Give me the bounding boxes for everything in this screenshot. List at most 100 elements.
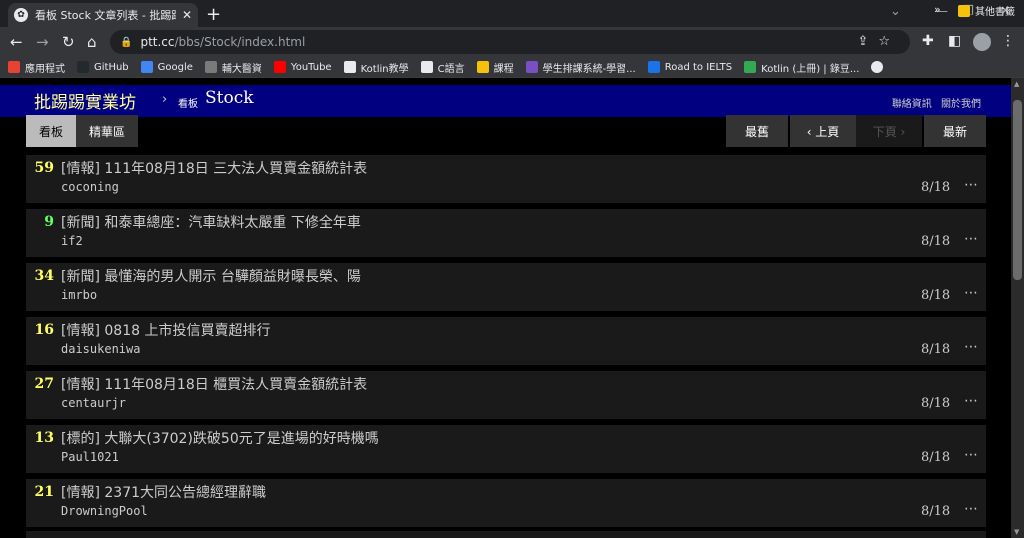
scroll-thumb[interactable] (1013, 100, 1022, 280)
post-author: if2 (61, 234, 83, 248)
more-options-icon[interactable]: ⋯ (964, 501, 979, 517)
next-page-button: 下頁 › (856, 115, 922, 147)
bookmark-item-extra[interactable] (871, 61, 888, 73)
bookmark-favicon-icon (476, 61, 489, 73)
profile-avatar[interactable] (973, 33, 991, 51)
side-panel-icon[interactable]: ◧ (948, 33, 961, 49)
more-options-icon[interactable]: ⋯ (964, 339, 979, 355)
post-title-link[interactable]: [新聞] 和泰車總座：汽車缺料太嚴重 下修全年車 (61, 212, 361, 232)
other-bookmarks[interactable]: 其他書籤 (958, 3, 1015, 18)
table-row[interactable]: 9 [新聞] 和泰車總座：汽車缺料太嚴重 下修全年車 if2 8/18 ⋯ (26, 209, 986, 257)
digest-tab[interactable]: 精華區 (76, 115, 138, 147)
post-title-link[interactable]: [情報] 111年08月18日 櫃買法人買賣金額統計表 (61, 374, 367, 394)
tab-close-icon[interactable]: ✕ (182, 8, 192, 22)
post-title-link[interactable]: [情報] 111年08月18日 三大法人買賣金額統計表 (61, 158, 367, 178)
post-title-link[interactable]: [標的] 大聯大(3702)跌破50元了是進場的好時機嗎 (61, 428, 379, 448)
newest-page-button[interactable]: 最新 (924, 115, 986, 147)
bookmark-item[interactable]: 課程 (476, 60, 514, 75)
new-tab-button[interactable]: + (206, 4, 221, 25)
oldest-page-button[interactable]: 最舊 (726, 115, 788, 147)
recommend-count: 34 (34, 268, 54, 284)
lock-icon[interactable]: 🔒 (120, 37, 132, 48)
bookmark-item[interactable]: Google (140, 61, 193, 73)
tab-search-icon[interactable]: ⌄ (890, 4, 901, 19)
site-logo[interactable]: 批踢踢實業坊 (34, 88, 136, 113)
post-title-link[interactable]: [情報] 2371大同公告總經理辭職 (61, 482, 266, 502)
bookmark-label: C語言 (437, 63, 465, 75)
bookmark-favicon-icon (343, 61, 356, 73)
page-scrollbar[interactable]: ▲ ▼ (1011, 78, 1024, 538)
more-options-icon[interactable]: ⋯ (964, 285, 979, 301)
recommend-count: 16 (34, 322, 54, 338)
scroll-down-icon[interactable]: ▼ (1014, 528, 1019, 536)
board-tab[interactable]: 看板 (26, 115, 76, 147)
table-row[interactable]: 34 [新聞] 最懂海的男人開示 台驊顏益財曝長榮、陽 imrbo 8/18 ⋯ (26, 263, 986, 311)
bookmark-favicon-icon (871, 61, 884, 73)
bookmark-favicon-icon (744, 61, 757, 73)
address-bar[interactable]: 🔒 ptt.cc /bbs/Stock/index.html ⇪☆ (110, 30, 910, 54)
about-link[interactable]: 關於我們 (941, 99, 981, 110)
post-title-link[interactable]: [情報] 0818 上市投信買賣超排行 (61, 320, 270, 340)
bookmark-favicon-icon (204, 61, 217, 73)
bookmark-item[interactable]: 學生排課系統-學習... (525, 60, 636, 75)
url-host: ptt.cc (140, 35, 175, 49)
bookmark-item[interactable]: 應用程式 (8, 60, 65, 75)
page-content: 批踢踢實業坊 › 看板 Stock 聯絡資訊 關於我們 看板 精華區 最舊 ‹ … (0, 78, 1011, 538)
bookmark-label: 輔大醫資 (221, 63, 262, 75)
table-row[interactable]: 13 [標的] 大聯大(3702)跌破50元了是進場的好時機嗎 Paul1021 8/… (26, 425, 986, 473)
partial-row (26, 531, 986, 538)
bookmark-item[interactable]: YouTube (273, 61, 332, 73)
bookmark-label: 學生排課系統-學習... (542, 63, 636, 75)
bookmark-item[interactable]: C語言 (420, 60, 465, 75)
bookmark-label: Kotlin教學 (360, 63, 409, 75)
bookmark-item[interactable]: 輔大醫資 (204, 60, 262, 75)
share-star-icon[interactable]: ⇪☆ (857, 34, 900, 49)
table-row[interactable]: 16 [情報] 0818 上市投信買賣超排行 daisukeniwa 8/18 ⋯ (26, 317, 986, 365)
table-row[interactable]: 21 [情報] 2371大同公告總經理辭職 DrowningPool 8/18 ⋯ (26, 479, 986, 527)
reload-icon[interactable]: ↻ (62, 33, 75, 51)
bookmark-item[interactable]: Kotlin (上冊) | 錄豆... (744, 60, 859, 75)
more-options-icon[interactable]: ⋯ (964, 447, 979, 463)
tab-title: 看板 Stock 文章列表 - 批踢踢實業 (35, 9, 176, 22)
browser-toolbar: ← → ↻ ⌂ 🔒 ptt.cc /bbs/Stock/index.html ⇪… (0, 27, 1024, 57)
extensions-icon[interactable]: ✚ (922, 33, 934, 49)
more-options-icon[interactable]: ⋯ (964, 231, 979, 247)
ptt-favicon-icon: ✿ (14, 8, 28, 22)
more-options-icon[interactable]: ⋯ (964, 177, 979, 193)
menu-kebab-icon[interactable]: ⋮ (1001, 33, 1015, 49)
contact-link[interactable]: 聯絡資訊 (892, 99, 932, 110)
breadcrumb-separator: › (162, 92, 168, 107)
top-links: 聯絡資訊 關於我們 (886, 95, 981, 110)
bookmark-label: GitHub (94, 61, 129, 73)
recommend-count: 13 (34, 430, 54, 446)
bookmark-item[interactable]: GitHub (77, 61, 129, 73)
url-path: /bbs/Stock/index.html (174, 35, 306, 49)
post-author: DrowningPool (61, 504, 148, 518)
post-author: Paul1021 (61, 450, 119, 464)
scroll-up-icon[interactable]: ▲ (1014, 80, 1019, 88)
post-date: 8/18 (921, 288, 951, 303)
home-icon[interactable]: ⌂ (87, 33, 97, 51)
bookmark-favicon-icon (647, 61, 660, 73)
more-options-icon[interactable]: ⋯ (964, 393, 979, 409)
prev-page-button[interactable]: ‹ 上頁 (790, 115, 856, 147)
post-author: imrbo (61, 288, 98, 302)
table-row[interactable]: 27 [情報] 111年08月18日 櫃買法人買賣金額統計表 centaurjr 8/… (26, 371, 986, 419)
bookmarks-overflow-icon[interactable]: » (934, 3, 941, 16)
recommend-count: 27 (34, 376, 54, 392)
post-date: 8/18 (921, 504, 951, 519)
bookmark-favicon-icon (420, 61, 433, 73)
bookmark-item[interactable]: Road to IELTS (647, 61, 732, 73)
post-title-link[interactable]: [新聞] 最懂海的男人開示 台驊顏益財曝長榮、陽 (61, 266, 361, 286)
bookmark-item[interactable]: Kotlin教學 (343, 60, 409, 75)
bookmark-label: Kotlin (上冊) | 錄豆... (761, 63, 860, 75)
forward-arrow-icon[interactable]: → (36, 33, 49, 51)
browser-tab[interactable]: ✿ 看板 Stock 文章列表 - 批踢踢實業 ✕ (8, 3, 198, 27)
table-row[interactable]: 59 [情報] 111年08月18日 三大法人買賣金額統計表 coconing 8/1… (26, 155, 986, 203)
bookmark-favicon-icon (77, 61, 89, 73)
post-author: centaurjr (61, 396, 127, 410)
board-name-link[interactable]: Stock (205, 88, 254, 108)
bookmarks-bar: 應用程式 GitHub Google 輔大醫資 YouTube Kotlin教學 C語言 課程… (0, 57, 1024, 78)
post-date: 8/18 (921, 450, 951, 465)
back-arrow-icon[interactable]: ← (10, 33, 23, 51)
